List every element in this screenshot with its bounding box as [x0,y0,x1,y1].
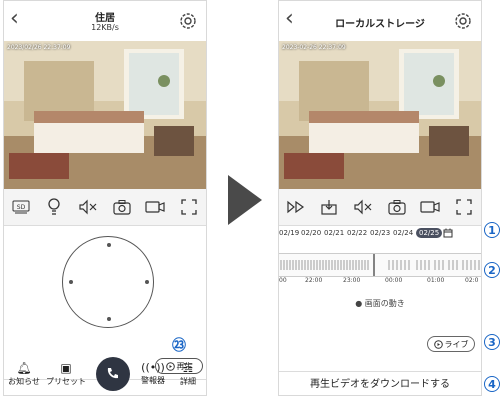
time-label: 22:00 [305,277,323,284]
header: ‹ 住居 12KB/s [4,1,206,41]
transition-arrow [228,175,262,225]
playback-toolbar [279,189,481,226]
callout-2: 2 [484,262,500,278]
date-item-selected[interactable]: 02/25 [416,228,443,238]
motion-legend: ● 画面の動き [355,299,405,308]
local-storage-screen: ‹ ローカルストレージ 2023-02-26 22:37:09 02/19 02… [278,0,482,396]
live-view-screen: ‹ 住居 12KB/s 2023/02/26 22:37:09 SD ㉓ 再生 … [3,0,207,396]
ptz-down[interactable] [107,317,111,321]
lightbulb-icon[interactable] [43,196,65,218]
playback-feed[interactable]: 2023-02-26 22:37:09 [279,41,481,189]
ptz-up[interactable] [107,243,111,247]
camera-snapshot-icon[interactable] [111,196,133,218]
play-circle-icon [433,339,443,349]
video-timestamp: 2023/02/26 22:37:09 [7,44,71,51]
time-label: 23:00 [343,277,361,284]
time-label: 02:0 [465,277,479,284]
bell-icon: 🔔︎ [16,361,32,375]
camera-feed[interactable]: 2023/02/26 22:37:09 [4,41,206,189]
nav-details[interactable]: ☷ 詳細 [172,361,204,387]
fullscreen-icon[interactable] [453,196,475,218]
callout-23: ㉓ [172,338,186,354]
nav-preset[interactable]: ▣ プリセット [46,361,86,387]
date-item[interactable]: 02/22 [347,229,367,237]
mute-icon[interactable] [77,196,99,218]
camera-title: 住居 [95,13,115,24]
calendar-icon[interactable] [443,228,453,238]
live-label: ライブ [444,339,469,349]
record-video-icon[interactable] [419,196,441,218]
recording-timeline[interactable] [279,253,481,277]
date-item[interactable]: 02/21 [324,229,344,237]
date-item[interactable]: 02/19 [279,229,299,237]
svg-text:SD: SD [17,204,26,211]
date-item[interactable]: 02/20 [301,229,321,237]
callout-1: 1 [484,222,500,238]
alarm-icon: ((•)) [141,361,165,374]
callout-3: 3 [484,334,500,350]
nav-notifications[interactable]: 🔔︎ お知らせ [6,361,42,387]
map-icon: ▣ [60,361,72,375]
ptz-right[interactable] [145,280,149,284]
date-selector: 02/19 02/20 02/21 02/22 02/23 02/24 02/2… [279,227,481,241]
call-button[interactable] [96,357,130,391]
callout-4: 4 [484,376,500,392]
gear-icon[interactable] [178,11,198,31]
sd-card-icon[interactable]: SD [10,196,32,218]
time-label: 01:00 [427,277,445,284]
fast-forward-icon[interactable] [285,196,307,218]
time-label: 00:00 [385,277,403,284]
nav-alarm[interactable]: ((•)) 警報器 [136,361,170,386]
phone-icon [107,368,118,379]
live-button[interactable]: ライブ [427,336,475,352]
record-video-icon[interactable] [144,196,166,218]
video-timestamp: 2023-02-26 22:37:09 [282,44,346,51]
camera-snapshot-icon[interactable] [386,196,408,218]
gear-icon[interactable] [453,11,473,31]
control-toolbar: SD [4,189,206,226]
header: ‹ ローカルストレージ [279,1,481,41]
download-playback-button[interactable]: 再生ビデオをダウンロードする [279,371,481,395]
grid-icon: ☷ [182,361,194,375]
date-item[interactable]: 02/24 [393,229,413,237]
mute-icon[interactable] [352,196,374,218]
date-item[interactable]: 02/23 [370,229,390,237]
fullscreen-icon[interactable] [178,196,200,218]
download-icon[interactable] [318,196,340,218]
bitrate: 12KB/s [91,23,119,32]
ptz-joystick[interactable] [62,236,154,328]
screen-title: ローカルストレージ [335,19,425,30]
time-label: 00 [279,277,287,284]
ptz-left[interactable] [69,280,73,284]
